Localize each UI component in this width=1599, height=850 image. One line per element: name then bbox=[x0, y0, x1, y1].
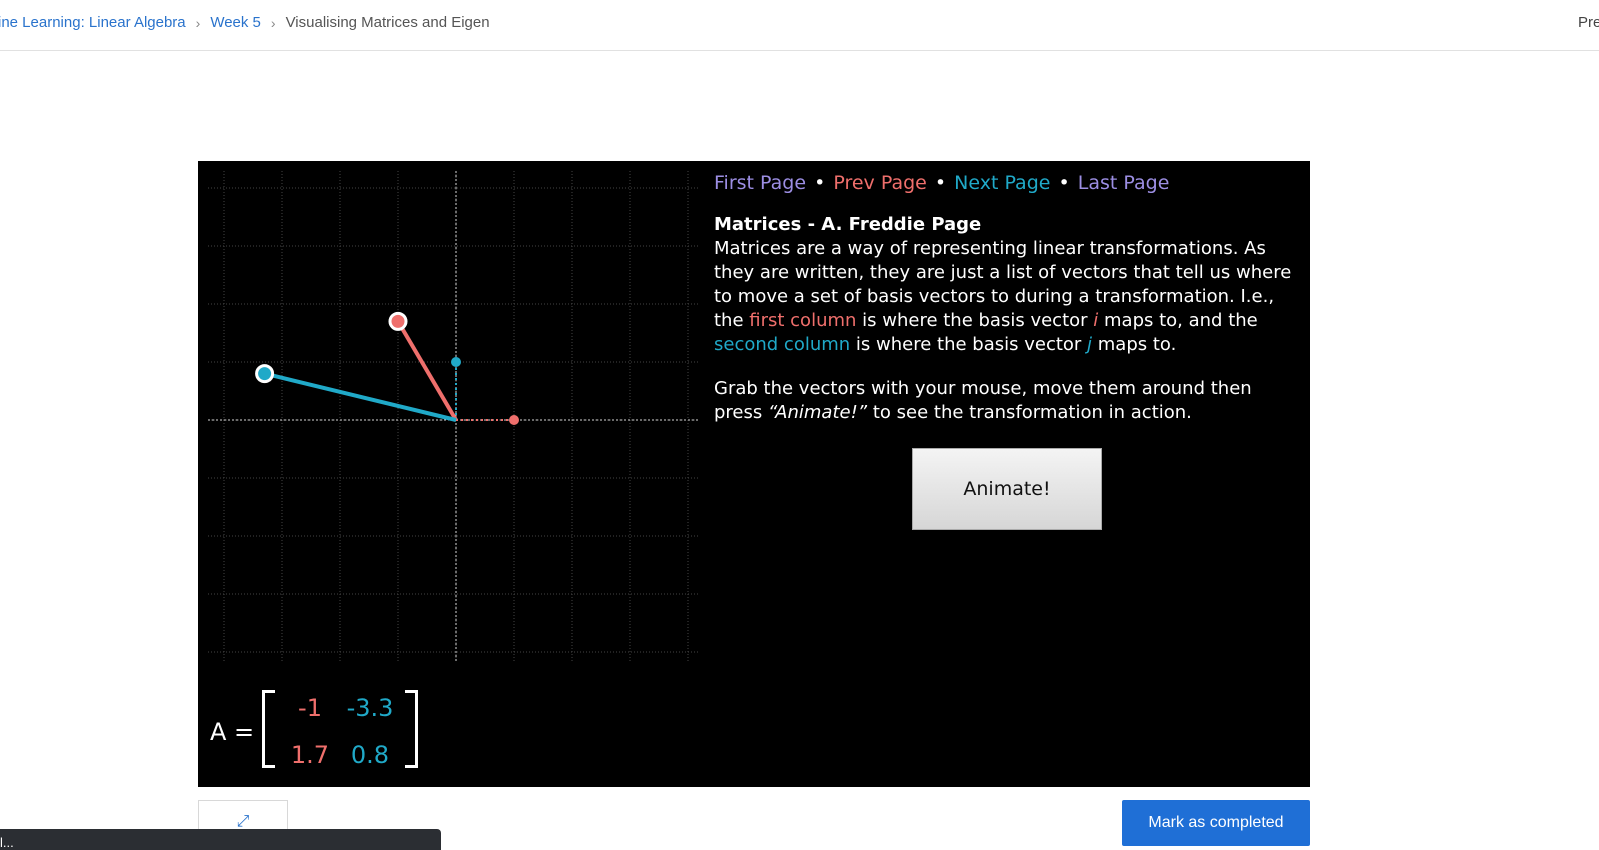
page-title: Matrices - A. Freddie Page bbox=[714, 214, 982, 235]
text-run: is where the basis vector bbox=[856, 310, 1094, 331]
prev-page-link[interactable]: Prev Page bbox=[833, 172, 927, 194]
matrix-a22: 0.8 bbox=[350, 741, 390, 769]
text-run: to see the transformation in action. bbox=[867, 402, 1192, 423]
matrix-right-bracket bbox=[405, 690, 418, 768]
text-run: maps to. bbox=[1092, 334, 1177, 355]
matrix-label: A = bbox=[210, 718, 255, 746]
instructions-panel: First Page • Prev Page • Next Page • Las… bbox=[714, 171, 1299, 445]
animate-quote: “Animate!” bbox=[767, 402, 868, 423]
matrix-a21: 1.7 bbox=[290, 741, 330, 769]
last-page-link[interactable]: Last Page bbox=[1078, 172, 1170, 194]
vector-j-handle[interactable] bbox=[255, 364, 275, 384]
header-right-link[interactable]: Pre bbox=[1578, 14, 1599, 31]
matrix-a11: -1 bbox=[298, 694, 322, 722]
top-bar: ine Learning: Linear Algebra › Week 5 › … bbox=[0, 0, 1599, 51]
breadcrumb-current: Visualising Matrices and Eigen bbox=[285, 14, 490, 31]
mark-completed-button[interactable]: Mark as completed bbox=[1122, 800, 1310, 846]
nav-separator: • bbox=[814, 172, 826, 194]
first-column-highlight: first column bbox=[749, 310, 857, 331]
breadcrumb-week-link[interactable]: Week 5 bbox=[210, 14, 261, 31]
unit-j-dot bbox=[451, 357, 461, 367]
vector-j-line bbox=[264, 371, 457, 422]
next-page-link[interactable]: Next Page bbox=[954, 172, 1050, 194]
breadcrumb-course-link[interactable]: ine Learning: Linear Algebra bbox=[0, 14, 186, 31]
text-run: is where the basis vector bbox=[850, 334, 1088, 355]
description-paragraph: Matrices are a way of representing linea… bbox=[714, 237, 1299, 357]
nav-separator: • bbox=[1058, 172, 1070, 194]
unit-i-dot bbox=[509, 415, 519, 425]
status-toast: l... bbox=[0, 829, 441, 850]
text-run: maps to, and the bbox=[1098, 310, 1258, 331]
matrix-a12: -3.3 bbox=[346, 694, 394, 722]
vector-i-handle[interactable] bbox=[388, 311, 408, 331]
page-nav: First Page • Prev Page • Next Page • Las… bbox=[714, 171, 1299, 195]
animate-button[interactable]: Animate! bbox=[912, 448, 1102, 530]
vector-i-line bbox=[396, 320, 458, 422]
instruction-paragraph: Grab the vectors with your mouse, move t… bbox=[714, 377, 1299, 425]
chevron-right-icon: › bbox=[270, 14, 276, 31]
vector-graph[interactable] bbox=[198, 161, 708, 671]
interactive-widget: First Page • Prev Page • Next Page • Las… bbox=[198, 161, 1310, 787]
expand-icon: ⤢ bbox=[236, 811, 250, 830]
chevron-right-icon: › bbox=[195, 14, 201, 31]
first-page-link[interactable]: First Page bbox=[714, 172, 806, 194]
nav-separator: • bbox=[934, 172, 947, 194]
matrix-display: A = -1 -3.3 1.7 0.8 bbox=[210, 686, 430, 776]
breadcrumb: ine Learning: Linear Algebra › Week 5 › … bbox=[0, 14, 490, 31]
matrix-left-bracket bbox=[262, 690, 275, 768]
second-column-highlight: second column bbox=[714, 334, 851, 355]
